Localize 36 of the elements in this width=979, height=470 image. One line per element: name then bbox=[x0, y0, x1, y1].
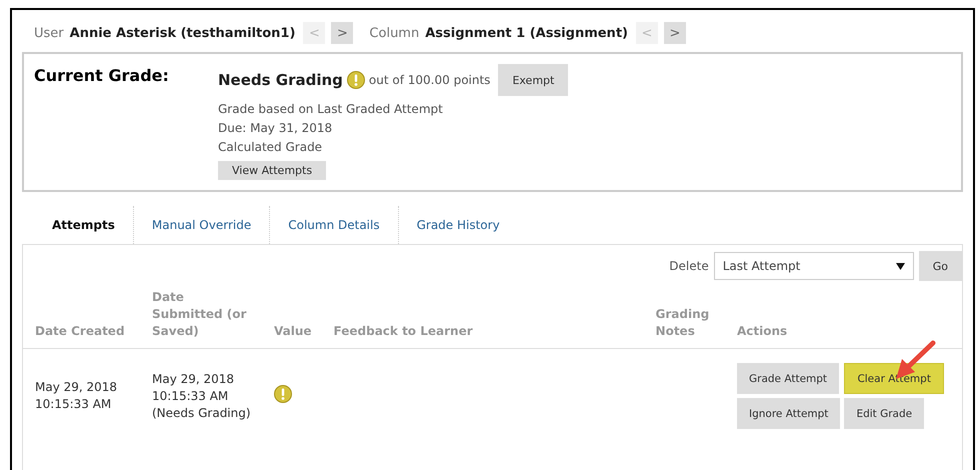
tab[interactable]: Manual Override bbox=[134, 206, 270, 244]
column-header: Date Submitted (or Saved) bbox=[140, 289, 262, 348]
grade-status: Needs Grading bbox=[218, 70, 343, 90]
exclamation-icon bbox=[274, 384, 292, 402]
table-cell: May 29, 2018 10:15:33 AM (Needs Grading) bbox=[140, 348, 262, 437]
tab[interactable]: Attempts bbox=[34, 206, 134, 244]
points-text: out of 100.00 points bbox=[368, 72, 490, 88]
column-label: Column bbox=[369, 26, 420, 40]
column-header: Date Created bbox=[23, 289, 140, 348]
action-button[interactable]: Ignore Attempt bbox=[737, 398, 840, 429]
view-attempts-button[interactable]: View Attempts bbox=[218, 161, 326, 180]
exclamation-icon bbox=[346, 71, 365, 89]
exempt-button[interactable]: Exempt bbox=[498, 64, 568, 96]
grade-detail: Grade based on Last Graded Attempt bbox=[218, 101, 444, 118]
action-button[interactable]: Edit Grade bbox=[844, 398, 924, 429]
table-cell: May 29, 2018 10:15:33 AM bbox=[23, 348, 140, 437]
dropdown-arrow-icon bbox=[896, 262, 905, 270]
column-header: Value bbox=[262, 289, 322, 348]
action-button[interactable]: Grade Attempt bbox=[737, 363, 840, 394]
go-button[interactable]: Go bbox=[918, 251, 962, 281]
tab[interactable]: Grade History bbox=[398, 206, 518, 244]
nav-button[interactable]: > bbox=[331, 22, 354, 44]
user-name: Annie Asterisk (testhamilton1) bbox=[70, 26, 296, 40]
grade-detail: Due: May 31, 2018 bbox=[218, 120, 334, 137]
user-label: User bbox=[34, 26, 64, 40]
column-header: Grading Notes bbox=[644, 289, 725, 348]
tab[interactable]: Column Details bbox=[270, 206, 399, 244]
nav-button[interactable]: > bbox=[664, 22, 686, 44]
delete-label: Delete bbox=[669, 259, 709, 273]
grade-detail: Calculated Grade bbox=[218, 139, 324, 156]
column-name: Assignment 1 (Assignment) bbox=[425, 26, 628, 40]
column-header: Feedback to Learner bbox=[322, 289, 644, 348]
attempt-dropdown[interactable]: Last Attempt bbox=[714, 252, 914, 280]
column-header: Actions bbox=[725, 289, 962, 348]
action-button[interactable]: Clear Attempt bbox=[844, 363, 944, 394]
current-grade-label: Current Grade: bbox=[34, 66, 169, 85]
